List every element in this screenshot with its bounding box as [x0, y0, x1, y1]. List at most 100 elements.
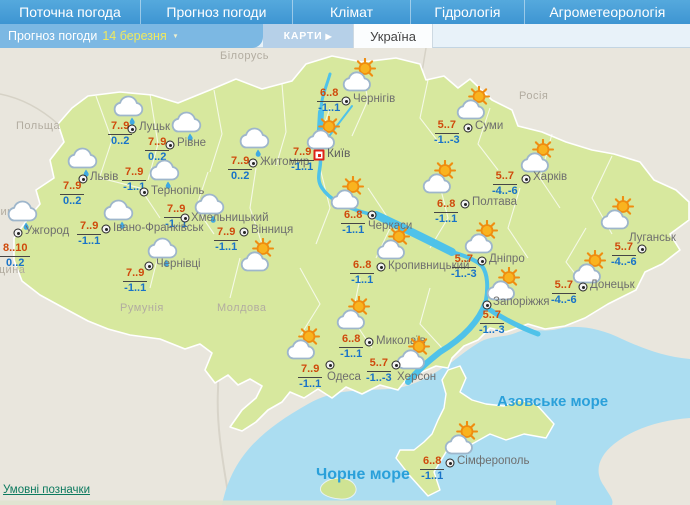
city-marker-Сімферополь[interactable]	[445, 458, 455, 468]
city-marker-Чернігів[interactable]	[341, 96, 351, 106]
sea-label: Азовське море	[497, 393, 609, 410]
city-marker-Полтава[interactable]	[460, 199, 470, 209]
city-label-Донецьк[interactable]: Донецьк	[590, 279, 635, 291]
temperature-Харків: 5..7 -4..-6	[492, 171, 518, 197]
temperature-Миколаїв: 6..8 -1..1	[339, 334, 364, 360]
day-temp: 7..9	[77, 221, 102, 235]
map-area: Умовні позначки Польща Білорусь Росія Молдо…	[0, 48, 690, 505]
city-label-Львів[interactable]: Львів	[90, 171, 118, 183]
city-marker-Суми[interactable]	[463, 123, 473, 133]
city-marker-Одеса[interactable]	[325, 360, 335, 370]
country-label: Молдова	[217, 302, 267, 314]
day-temp: 6..8	[350, 260, 375, 274]
city-marker-Ужгород[interactable]	[13, 228, 23, 238]
nav-tab-5[interactable]: Агрометеорологія	[523, 0, 690, 24]
sun-behind-cloud-icon	[336, 295, 372, 335]
night-temp: -1..-3	[451, 268, 477, 280]
temperature-Черкаси: 6..8 -1..1	[341, 210, 366, 236]
day-temp: 7..9	[123, 268, 148, 282]
city-marker-Донецьк[interactable]	[578, 282, 588, 292]
temperature-Суми: 5..7 -1..-3	[434, 120, 460, 146]
city-marker-Івано-Франківськ[interactable]	[101, 224, 111, 234]
night-temp: -1..1	[351, 274, 374, 286]
city-marker-Запоріжжя[interactable]	[482, 300, 492, 310]
day-temp: 7..9	[214, 227, 239, 241]
temperature-Херсон: 5..7 -1..-3	[366, 358, 392, 384]
arrow-right-icon: ▶	[325, 31, 333, 41]
temperature-Луганськ: 5..7 -4..-6	[611, 242, 637, 268]
temperature-Одеса: 7..9 -1..1	[298, 364, 323, 390]
nav-tab-3[interactable]: Клімат	[291, 0, 410, 24]
temperature-Полтава: 6..8 -1..1	[434, 199, 459, 225]
sun-behind-cloud-icon	[286, 325, 322, 365]
city-label-Ужгород[interactable]: Ужгород	[25, 225, 69, 237]
city-marker-Харків[interactable]	[521, 174, 531, 184]
forecast-section-label: Прогноз погоди	[8, 29, 98, 43]
legend-link[interactable]: Умовні позначки	[3, 484, 90, 496]
night-temp: -1..1	[291, 161, 314, 173]
city-marker-Кропивницький[interactable]	[376, 262, 386, 272]
city-label-Київ[interactable]: Київ	[327, 146, 350, 160]
maps-button[interactable]: КАРТИ ▶	[263, 24, 353, 48]
temperature-Вінниця: 7..9 -1..1	[214, 227, 239, 253]
day-temp: 7..9	[122, 167, 147, 181]
city-marker-Дніпро[interactable]	[477, 256, 487, 266]
city-marker-Тернопіль[interactable]	[139, 187, 149, 197]
night-temp: -1..1	[215, 241, 238, 253]
city-label-Полтава[interactable]: Полтава	[472, 196, 517, 208]
country-label: Росія	[519, 90, 549, 102]
day-temp: 5..7	[551, 280, 577, 294]
city-marker-Луцьк[interactable]	[127, 124, 137, 134]
city-label-Рівне[interactable]: Рівне	[177, 137, 206, 149]
city-marker-Житомир[interactable]	[248, 158, 258, 168]
country-label: Польща	[16, 120, 61, 132]
sea-label: Чорне море	[316, 466, 410, 483]
chevron-down-icon: ▼	[172, 32, 179, 40]
city-label-Херсон[interactable]: Херсон	[397, 371, 436, 383]
city-label-Сімферополь[interactable]: Сімферополь	[457, 455, 530, 467]
city-label-Дніпро[interactable]: Дніпро	[489, 253, 525, 265]
city-marker-Херсон[interactable]	[391, 360, 401, 370]
day-temp: 6..8	[341, 210, 366, 224]
city-marker-Чернівці[interactable]	[144, 261, 154, 271]
city-label-Луганськ[interactable]: Луганськ	[629, 232, 676, 244]
city-label-Вінниця[interactable]: Вінниця	[251, 224, 293, 236]
nav-tab-4[interactable]: Гідрологія	[410, 0, 524, 24]
city-marker-Львів[interactable]	[78, 174, 88, 184]
sun-behind-cloud-icon	[422, 159, 458, 199]
night-temp: -1..1	[124, 282, 147, 294]
sun-behind-cloud-icon	[342, 57, 378, 97]
top-navigation: Поточна погода Прогноз погоди Клімат Гідрол…	[0, 0, 690, 24]
forecast-date[interactable]: 14 березня	[102, 29, 166, 43]
night-temp: -1..1	[340, 348, 363, 360]
day-temp: 5..7	[479, 310, 505, 324]
night-temp: 0..2	[6, 257, 25, 269]
capital-marker-Київ[interactable]	[313, 149, 325, 161]
city-marker-Черкаси[interactable]	[367, 210, 377, 220]
day-temp: 5..7	[434, 120, 460, 134]
temperature-Івано-Франківськ: 7..9 -1..1	[77, 221, 102, 247]
nav-tab-1[interactable]: Поточна погода	[0, 0, 140, 24]
day-temp: 6..8	[420, 456, 445, 470]
city-label-Чернівці[interactable]: Чернівці	[156, 258, 201, 270]
city-label-Суми[interactable]: Суми	[475, 120, 503, 132]
day-temp: 7..9	[290, 147, 315, 161]
temperature-Сімферополь: 6..8 -1..1	[420, 456, 445, 482]
city-label-Луцьк[interactable]: Луцьк	[139, 121, 170, 133]
forecast-date-selector[interactable]: Прогноз погоди 14 березня ▼	[0, 24, 263, 48]
night-temp: -1..1	[342, 224, 365, 236]
tab-ukraine[interactable]: Україна	[353, 24, 433, 48]
temperature-Чернігів: 6..8 -1..1	[317, 88, 342, 114]
city-label-Запоріжжя[interactable]: Запоріжжя	[493, 296, 550, 308]
city-marker-Миколаїв[interactable]	[364, 337, 374, 347]
temperature-Донецьк: 5..7 -4..-6	[551, 280, 577, 306]
city-marker-Вінниця[interactable]	[239, 227, 249, 237]
city-label-Чернігів[interactable]: Чернігів	[353, 93, 395, 105]
temperature-Кропивницький: 6..8 -1..1	[350, 260, 375, 286]
day-temp: 7..9	[298, 364, 323, 378]
city-label-Одеса[interactable]: Одеса	[327, 371, 361, 383]
nav-tab-2[interactable]: Прогноз погоди	[139, 0, 292, 24]
city-label-Харків[interactable]: Харків	[533, 171, 567, 183]
city-marker-Рівне[interactable]	[165, 140, 175, 150]
city-marker-Луганськ[interactable]	[637, 244, 647, 254]
